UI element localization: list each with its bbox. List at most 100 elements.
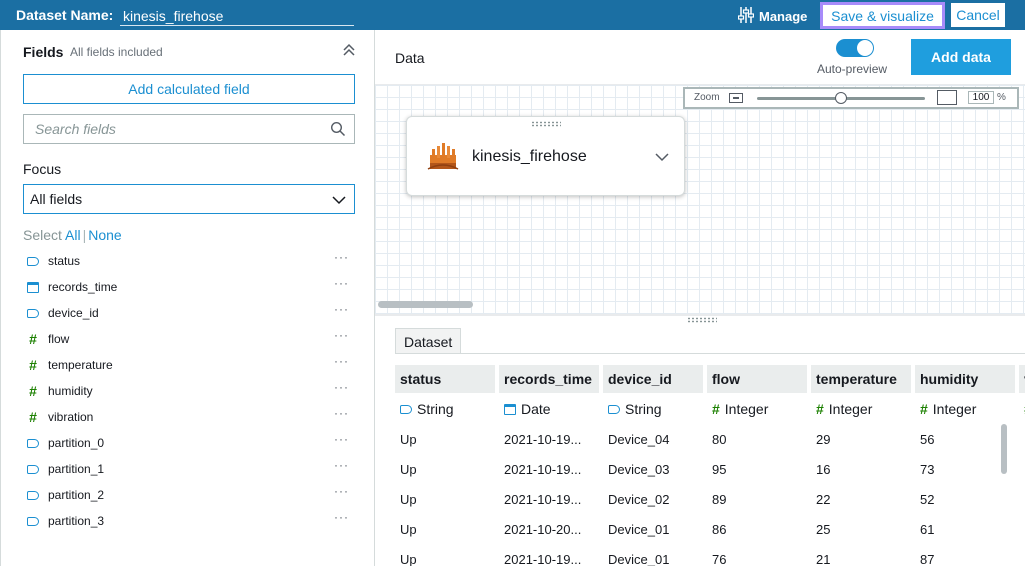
field-name: humidity	[48, 384, 93, 398]
table-cell: 52	[920, 492, 935, 507]
table-cell: 56	[920, 432, 935, 447]
field-name: partition_0	[48, 436, 105, 450]
column-type-label: Integer	[828, 401, 873, 417]
field-type-icon	[26, 514, 40, 528]
column-type[interactable]: # Integer	[811, 396, 911, 422]
string-icon	[608, 404, 620, 414]
column-header[interactable]: device_id	[603, 365, 703, 393]
hash-icon: #	[712, 401, 720, 417]
column-type-label: Date	[521, 401, 551, 417]
table-cell: 86	[712, 522, 727, 537]
column-header[interactable]: records_time	[499, 365, 599, 393]
column-type-label: Integer	[932, 401, 977, 417]
table-cell: 16	[816, 462, 831, 477]
column-type[interactable]: String	[603, 396, 703, 422]
panel-splitter[interactable]	[375, 314, 1025, 316]
field-type-icon: #	[26, 410, 40, 424]
search-icon[interactable]	[330, 121, 346, 140]
more-options-icon[interactable]: ···	[334, 406, 349, 420]
table-cell: Device_03	[608, 462, 670, 477]
column-header[interactable]: flow	[707, 365, 807, 393]
column-type[interactable]: # Integer	[707, 396, 807, 422]
more-options-icon[interactable]: ···	[334, 250, 349, 264]
hash-icon: #	[29, 383, 37, 399]
zoom-slider-handle[interactable]	[835, 92, 847, 104]
field-name: status	[48, 254, 81, 268]
select-all-link[interactable]: All	[65, 227, 81, 243]
vertical-scrollbar[interactable]	[1001, 424, 1007, 474]
select-none-link[interactable]: None	[88, 227, 121, 243]
field-item[interactable]: partition_0 ···	[1, 430, 375, 456]
table-cell: 2021-10-20...	[504, 522, 582, 537]
more-options-icon[interactable]: ···	[334, 510, 349, 524]
field-item[interactable]: # humidity ···	[1, 378, 375, 404]
add-calculated-field-button[interactable]: Add calculated field	[23, 74, 355, 104]
column-header[interactable]: vi	[1019, 365, 1025, 393]
more-options-icon[interactable]: ···	[334, 302, 349, 316]
calendar-icon	[504, 403, 516, 415]
column-type[interactable]: # Integer	[915, 396, 1015, 422]
fields-subtitle: All fields included	[70, 45, 163, 59]
field-item[interactable]: partition_1 ···	[1, 456, 375, 482]
add-data-button[interactable]: Add data	[911, 39, 1011, 75]
column-header[interactable]: status	[395, 365, 495, 393]
column-type[interactable]: #	[1019, 396, 1025, 422]
splitter-grip-icon[interactable]	[687, 317, 717, 323]
fit-to-screen-icon[interactable]	[937, 90, 957, 105]
table-cell: Device_04	[608, 432, 670, 447]
table-cell: Up	[400, 462, 417, 477]
field-item[interactable]: # flow ···	[1, 326, 375, 352]
table-cell: 61	[920, 522, 935, 537]
string-icon	[27, 438, 39, 448]
table-cell: Device_02	[608, 492, 670, 507]
field-item[interactable]: partition_3 ···	[1, 508, 375, 534]
zoom-bar: Zoom 100 %	[683, 87, 1019, 109]
drag-handle-icon[interactable]	[531, 121, 561, 127]
table-row: Up 2021-10-20... Device_01 86 25 61	[395, 516, 1019, 546]
cancel-button[interactable]: Cancel	[951, 3, 1005, 27]
fields-title: Fields	[23, 44, 64, 60]
more-options-icon[interactable]: ···	[334, 380, 349, 394]
field-item[interactable]: status ···	[1, 248, 375, 274]
field-item[interactable]: partition_2 ···	[1, 482, 375, 508]
tab-dataset[interactable]: Dataset	[395, 328, 461, 354]
more-options-icon[interactable]: ···	[334, 354, 349, 368]
chevron-down-icon[interactable]	[655, 150, 669, 165]
field-type-icon	[26, 306, 40, 320]
auto-preview-toggle[interactable]	[836, 39, 874, 57]
hash-icon: #	[920, 401, 928, 417]
column-type[interactable]: String	[395, 396, 495, 422]
zoom-out-icon[interactable]	[729, 93, 743, 103]
more-options-icon[interactable]: ···	[334, 276, 349, 290]
table-cell: 2021-10-19...	[504, 492, 582, 507]
field-item[interactable]: # vibration ···	[1, 404, 375, 430]
string-icon	[27, 256, 39, 266]
node-name: kinesis_firehose	[472, 148, 587, 165]
collapse-up-icon[interactable]	[341, 42, 357, 58]
field-item[interactable]: device_id ···	[1, 300, 375, 326]
horizontal-scrollbar[interactable]	[378, 301, 473, 308]
save-and-visualize-button[interactable]: Save & visualize	[820, 2, 945, 29]
column-header[interactable]: temperature	[811, 365, 911, 393]
manage-button[interactable]: Manage	[737, 6, 807, 27]
table-cell: 25	[816, 522, 831, 537]
field-item[interactable]: records_time ···	[1, 274, 375, 300]
table-cell: 80	[712, 432, 727, 447]
column-header[interactable]: humidity	[915, 365, 1015, 393]
more-options-icon[interactable]: ···	[334, 328, 349, 342]
table-cell: 2021-10-19...	[504, 552, 582, 566]
field-item[interactable]: # temperature ···	[1, 352, 375, 378]
table-cell: 89	[712, 492, 727, 507]
more-options-icon[interactable]: ···	[334, 432, 349, 446]
zoom-value[interactable]: 100	[968, 91, 994, 104]
field-type-icon	[26, 436, 40, 450]
focus-select[interactable]: All fields	[23, 184, 355, 214]
field-type-icon: #	[26, 358, 40, 372]
more-options-icon[interactable]: ···	[334, 484, 349, 498]
more-options-icon[interactable]: ···	[334, 458, 349, 472]
dataset-name-input[interactable]	[120, 3, 354, 26]
data-canvas[interactable]: Zoom 100 % kinesis_firehose	[375, 84, 1025, 314]
search-fields-input[interactable]	[24, 115, 314, 143]
kinesis-firehose-node[interactable]: kinesis_firehose	[406, 116, 685, 196]
column-type[interactable]: Date	[499, 396, 599, 422]
